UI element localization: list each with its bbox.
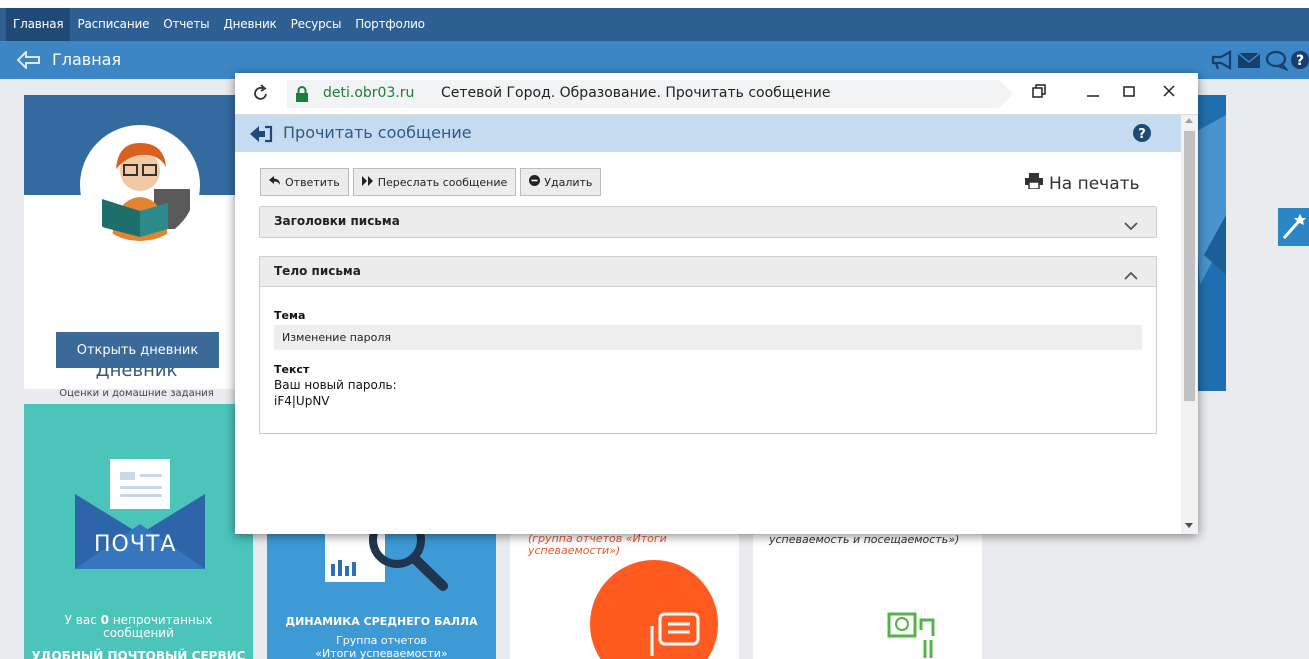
browser-chrome: deti.obr03.ru Сетевой Город. Образование… bbox=[235, 73, 1198, 115]
forward-button[interactable]: Переслать сообщение bbox=[352, 168, 517, 196]
lock-icon bbox=[295, 86, 309, 102]
address-bar-tip bbox=[999, 80, 1013, 108]
popup-scrollbar[interactable] bbox=[1181, 115, 1198, 534]
forward-icon bbox=[361, 175, 374, 189]
mail-service: УДОБНЫЙ ПОЧТОВЫЙ СЕРВИС bbox=[31, 649, 246, 659]
svg-text:?: ? bbox=[1296, 53, 1304, 69]
browser-popup: deti.obr03.ru Сетевой Город. Образование… bbox=[235, 73, 1198, 534]
nav-item-main[interactable]: Главная bbox=[6, 8, 71, 41]
nav-item-diary[interactable]: Дневник bbox=[216, 8, 283, 41]
nav-item-schedule[interactable]: Расписание bbox=[70, 8, 156, 41]
reload-icon[interactable] bbox=[253, 84, 269, 107]
close-icon[interactable] bbox=[1159, 83, 1179, 103]
scroll-up-icon[interactable] bbox=[1185, 118, 1193, 123]
text-label: Текст bbox=[274, 363, 310, 376]
header-icons: ? bbox=[1210, 49, 1309, 75]
results-card[interactable]: (группа отчетов «Итоги успеваемости») bbox=[510, 530, 739, 659]
subject-value: Изменение пароля bbox=[274, 325, 1142, 350]
student-avatar bbox=[80, 125, 200, 245]
mail-card[interactable]: ПОЧТА У вас 0 непрочитанных сообщений УД… bbox=[24, 404, 253, 659]
report-chat-icon bbox=[650, 612, 700, 656]
help-icon[interactable]: ? bbox=[1133, 124, 1151, 146]
address-bar[interactable]: deti.obr03.ru Сетевой Город. Образование… bbox=[287, 80, 999, 108]
attendance-caption: успеваемость и посещаемость») bbox=[769, 533, 960, 546]
message-text-line1: Ваш новый пароль: bbox=[274, 378, 397, 392]
headers-panel-header[interactable]: Заголовки письма bbox=[260, 207, 1156, 237]
chat-icon[interactable] bbox=[1264, 49, 1290, 75]
scroll-thumb[interactable] bbox=[1184, 131, 1195, 401]
body-panel-title: Тело письма bbox=[274, 264, 361, 278]
headers-panel[interactable]: Заголовки письма bbox=[259, 206, 1157, 238]
message-header: Прочитать сообщение ? bbox=[235, 115, 1181, 152]
scroll-down-icon[interactable] bbox=[1185, 523, 1193, 528]
megaphone-icon[interactable] bbox=[1210, 49, 1234, 75]
message-text-line2: iF4|UpNV bbox=[274, 394, 330, 408]
open-diary-button[interactable]: Открыть дневник bbox=[56, 332, 219, 368]
minimize-icon[interactable] bbox=[1083, 83, 1103, 103]
body-panel-header[interactable]: Тело письма bbox=[260, 257, 1156, 287]
dynamics-subtitle: Группа отчетов «Итоги успеваемости» bbox=[315, 634, 448, 659]
reply-icon bbox=[269, 175, 281, 189]
back-arrow-icon[interactable] bbox=[16, 49, 41, 73]
svg-text:?: ? bbox=[1138, 127, 1146, 142]
top-nav: Главная Расписание Отчеты Дневник Ресурс… bbox=[0, 8, 1309, 41]
side-wand-button[interactable] bbox=[1278, 208, 1309, 246]
back-icon[interactable] bbox=[249, 125, 273, 147]
subject-label: Тема bbox=[274, 309, 306, 322]
page-title: Главная bbox=[52, 50, 122, 69]
chevron-up-icon[interactable] bbox=[1124, 266, 1138, 285]
window-title: Сетевой Город. Образование. Прочитать со… bbox=[441, 85, 831, 101]
nav-item-portfolio[interactable]: Портфолио bbox=[348, 8, 432, 41]
mail-icon[interactable] bbox=[1237, 49, 1261, 75]
message-header-title: Прочитать сообщение bbox=[283, 123, 472, 142]
diary-subtitle: Оценки и домашние задания bbox=[59, 388, 214, 399]
magic-wand-icon bbox=[1282, 214, 1306, 239]
chevron-down-icon[interactable] bbox=[1124, 216, 1138, 235]
maximize-icon[interactable] bbox=[1119, 83, 1139, 103]
attendance-card[interactable]: успеваемость и посещаемость») bbox=[753, 530, 982, 659]
nav-item-resources[interactable]: Ресурсы bbox=[284, 8, 349, 41]
reply-button[interactable]: Ответить bbox=[260, 168, 349, 196]
pin-icon[interactable] bbox=[1029, 83, 1049, 103]
dynamics-card[interactable]: ДИНАМИКА СРЕДНЕГО БАЛЛА Группа отчетов «И… bbox=[267, 530, 496, 659]
print-button[interactable]: На печать bbox=[1025, 173, 1140, 194]
minus-circle-icon bbox=[529, 175, 541, 189]
nav-item-reports[interactable]: Отчеты bbox=[156, 8, 216, 41]
unread-count: 0 bbox=[100, 613, 109, 627]
delete-button[interactable]: Удалить bbox=[520, 168, 602, 196]
magnifier-chart-icon bbox=[325, 530, 448, 591]
presentation-icon bbox=[887, 612, 935, 658]
printer-icon bbox=[1025, 173, 1043, 194]
dynamics-title: ДИНАМИКА СРЕДНЕГО БАЛЛА bbox=[285, 615, 478, 628]
headers-panel-title: Заголовки письма bbox=[274, 214, 400, 228]
results-caption: (группа отчетов «Итоги успеваемости») bbox=[528, 532, 667, 557]
mail-word: ПОЧТА bbox=[94, 532, 177, 557]
unread-messages: У вас 0 непрочитанных сообщений bbox=[64, 613, 213, 640]
body-panel: Тело письма Тема Изменение пароля Текст … bbox=[259, 256, 1157, 434]
address-domain: deti.obr03.ru bbox=[323, 85, 415, 101]
help-icon[interactable]: ? bbox=[1291, 49, 1309, 75]
message-toolbar: Ответить Переслать сообщение Удалить bbox=[260, 168, 602, 196]
